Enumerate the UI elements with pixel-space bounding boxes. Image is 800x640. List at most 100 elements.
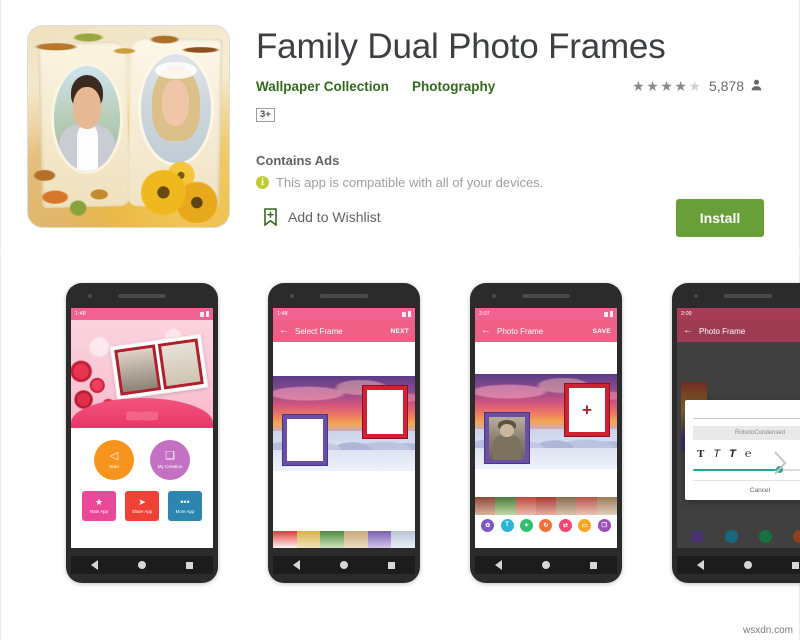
- developer-link[interactable]: Wallpaper Collection: [256, 79, 389, 94]
- thumb-2[interactable]: [296, 531, 321, 548]
- status-bar-3: 2:07: [475, 308, 617, 320]
- nav-home-icon[interactable]: [744, 561, 752, 569]
- font-select[interactable]: RobotoCondensed: [693, 426, 800, 440]
- battery-icon: [206, 311, 209, 317]
- effects-tool-icon[interactable]: ✦: [520, 518, 534, 532]
- my-creation-button[interactable]: ❑ My Creation: [150, 440, 190, 480]
- screenshot-3[interactable]: 2:07 ← Photo Frame SAVE + ✿ T ✦ ↻ ⇄ ▭ ❐: [470, 283, 622, 583]
- red-frame[interactable]: [363, 386, 407, 438]
- compatibility-row: i This app is compatible with all of you…: [256, 175, 543, 190]
- nav-back-icon[interactable]: [697, 560, 704, 570]
- add-photo-plus-icon[interactable]: +: [582, 402, 592, 419]
- add-to-wishlist-button[interactable]: Add to Wishlist: [263, 208, 381, 227]
- nav-recent-icon[interactable]: [388, 561, 395, 569]
- status-bar-2: 1:48: [273, 308, 415, 320]
- screenshot-4[interactable]: 2:09 ← Photo Frame RobotoCondensed T T T…: [672, 283, 800, 583]
- share-app-button[interactable]: ➤ Share App: [125, 491, 159, 521]
- save-action-button[interactable]: SAVE: [593, 328, 611, 335]
- category-link[interactable]: Photography: [412, 79, 495, 94]
- thumb-6[interactable]: [576, 497, 597, 515]
- flip-tool-icon[interactable]: ⇄: [558, 518, 572, 532]
- android-nav-bar-2: [273, 556, 415, 574]
- screenshot-2[interactable]: 1:48 ← Select Frame NEXT: [268, 283, 420, 583]
- hero-bow: [126, 408, 158, 424]
- thumb-1[interactable]: [475, 497, 496, 515]
- thumb-3[interactable]: [320, 531, 345, 548]
- thumb-1[interactable]: [273, 531, 297, 548]
- start-button[interactable]: ◁ Start: [94, 440, 134, 480]
- appbar-title-2: Select Frame: [295, 326, 343, 336]
- status-icons-2: [402, 311, 411, 317]
- thumb-4[interactable]: [344, 531, 368, 548]
- thumb-6[interactable]: [391, 531, 415, 548]
- thumb-4[interactable]: [535, 497, 557, 515]
- style-bold-italic-icon[interactable]: T: [729, 449, 736, 460]
- thumb-5[interactable]: [556, 497, 577, 515]
- phone-screen-3: 2:07 ← Photo Frame SAVE + ✿ T ✦ ↻ ⇄ ▭ ❐: [475, 308, 617, 548]
- app-header: Family Dual Photo Frames Wallpaper Colle…: [0, 0, 800, 255]
- purple-frame-filled[interactable]: [485, 413, 529, 463]
- next-action-button[interactable]: NEXT: [390, 328, 409, 335]
- status-time-2: 1:48: [277, 311, 288, 317]
- signal-icon: [200, 311, 204, 317]
- screenshot-1[interactable]: 1:48 ◁ Start ❑ My Creation ★ Rate App ➤ …: [66, 283, 218, 583]
- install-button[interactable]: Install: [676, 199, 764, 237]
- thumb-3[interactable]: [515, 497, 536, 515]
- appbar-3: ← Photo Frame SAVE: [475, 320, 617, 342]
- photo-thumbnail-strip-3[interactable]: [475, 497, 617, 515]
- compatibility-text: This app is compatible with all of your …: [276, 175, 544, 190]
- nav-home-icon[interactable]: [340, 561, 348, 569]
- red-frame-empty[interactable]: +: [565, 384, 609, 436]
- frame-thumbnail-strip-2[interactable]: [273, 531, 415, 548]
- battery-icon: [408, 311, 411, 317]
- wishlist-label: Add to Wishlist: [288, 209, 381, 225]
- icon-top-leaves: [28, 26, 229, 79]
- phone-screen-1: 1:48 ◁ Start ❑ My Creation ★ Rate App ➤ …: [71, 308, 213, 548]
- dialog-text-value[interactable]: I Love: [693, 407, 800, 419]
- nav-back-icon[interactable]: [495, 560, 502, 570]
- back-arrow-icon[interactable]: ←: [683, 326, 693, 336]
- header-divider: [0, 255, 800, 256]
- frame-tool-icon[interactable]: ▭: [578, 518, 592, 532]
- nav-home-icon[interactable]: [138, 561, 146, 569]
- star-icon-2: ★: [646, 78, 659, 94]
- text-tool-icon[interactable]: T: [500, 518, 514, 532]
- thumb-7[interactable]: [596, 497, 617, 515]
- rating-summary[interactable]: ★ ★ ★ ★ ★ 5,878: [632, 78, 762, 94]
- purple-frame[interactable]: [283, 415, 327, 465]
- rotate-tool-icon[interactable]: ↻: [539, 518, 553, 532]
- phone-camera: [694, 294, 698, 298]
- carousel-next-button[interactable]: [768, 446, 792, 480]
- style-bold-icon[interactable]: T: [697, 449, 704, 460]
- nav-back-icon[interactable]: [293, 560, 300, 570]
- style-italic-icon[interactable]: T: [713, 449, 720, 460]
- rate-app-icon: ★: [94, 497, 104, 507]
- child-photo: [489, 417, 525, 460]
- home-buttons: ◁ Start ❑ My Creation ★ Rate App ➤ Share…: [71, 428, 213, 538]
- nav-home-icon[interactable]: [542, 561, 550, 569]
- back-arrow-icon[interactable]: ←: [279, 326, 289, 336]
- nav-recent-icon[interactable]: [792, 561, 799, 569]
- app-icon-artwork: [28, 26, 229, 227]
- thumb-5[interactable]: [367, 531, 392, 548]
- share-app-icon: ➤: [138, 497, 146, 507]
- nav-recent-icon[interactable]: [186, 561, 193, 569]
- style-script-icon[interactable]: ℮: [745, 449, 752, 460]
- appbar-title-4: Photo Frame: [699, 326, 746, 336]
- phone-speaker: [522, 294, 570, 298]
- home-hero: [71, 320, 213, 428]
- back-arrow-icon[interactable]: ←: [481, 326, 491, 336]
- thumb-2[interactable]: [495, 497, 516, 515]
- rate-app-button[interactable]: ★ Rate App: [82, 491, 116, 521]
- more-app-button[interactable]: ••• More App: [168, 491, 202, 521]
- gallery-tool-icon[interactable]: ❐: [597, 518, 611, 532]
- sticker-tool-icon[interactable]: ✿: [481, 518, 495, 532]
- phone-screen-2: 1:48 ← Select Frame NEXT: [273, 308, 415, 548]
- cancel-button[interactable]: Cancel: [693, 480, 800, 500]
- more-app-label: More App: [175, 509, 195, 514]
- android-nav-bar-1: [71, 556, 213, 574]
- phone-speaker: [320, 294, 368, 298]
- nav-recent-icon[interactable]: [590, 561, 597, 569]
- nav-back-icon[interactable]: [91, 560, 98, 570]
- phone-speaker: [724, 294, 772, 298]
